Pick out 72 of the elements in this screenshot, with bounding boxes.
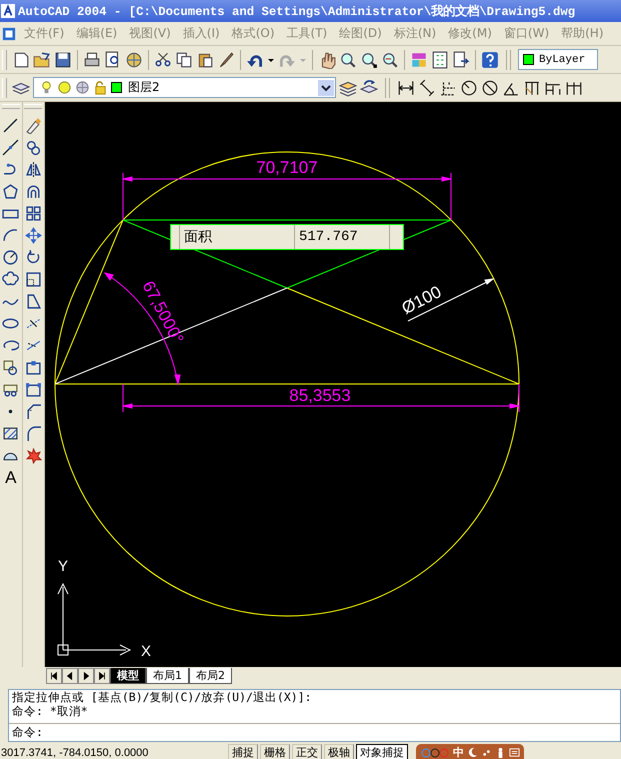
scale-icon[interactable] — [24, 271, 42, 288]
dimension-text: 70,7107 — [256, 158, 318, 177]
status-toggle-button[interactable]: 极轴 — [324, 744, 354, 759]
ime-label[interactable]: 中 — [453, 745, 464, 759]
rings-icon — [420, 746, 450, 758]
layout-tab[interactable]: 布局2 — [189, 668, 232, 684]
aligned-dimension-icon[interactable] — [418, 78, 436, 96]
command-input[interactable]: 命令: — [9, 724, 620, 740]
help-icon[interactable] — [481, 50, 499, 68]
ucs-axis-icon — [58, 582, 132, 656]
radius-dimension-icon[interactable] — [460, 78, 478, 96]
insert-block-icon[interactable] — [2, 359, 20, 376]
cloud-icon[interactable] — [2, 271, 20, 288]
new-file-icon[interactable] — [12, 50, 30, 68]
zoom-window-icon[interactable] — [360, 50, 378, 68]
printer-icon[interactable] — [83, 50, 101, 68]
document-icon[interactable] — [2, 26, 16, 40]
dimension-text: Ø100 — [398, 282, 444, 318]
dimension-text: 85,3553 — [289, 386, 351, 405]
mirror-icon[interactable] — [24, 161, 42, 178]
tooltip-label: 面积 — [180, 225, 295, 249]
status-toggle-button[interactable]: 栅格 — [260, 744, 290, 759]
line-icon[interactable] — [2, 117, 20, 134]
fillet-icon[interactable] — [24, 425, 42, 442]
layout-tab[interactable]: 布局1 — [146, 668, 189, 684]
zoom-previous-icon[interactable] — [381, 50, 399, 68]
axis-label: X — [141, 643, 152, 660]
circle-icon[interactable] — [2, 249, 20, 266]
copy-icon[interactable] — [175, 50, 193, 68]
moon-icon[interactable] — [467, 747, 478, 758]
rotate-icon[interactable] — [24, 249, 42, 266]
grid-panel-icon[interactable] — [431, 50, 449, 68]
status-toggle-button[interactable]: 正交 — [292, 744, 322, 759]
array-grid-icon[interactable] — [24, 205, 42, 222]
document-arrow-icon[interactable] — [452, 50, 470, 68]
explode-icon[interactable] — [24, 447, 42, 464]
padlock-icon[interactable] — [93, 80, 108, 95]
layer-dropdown[interactable]: 图层2 — [33, 77, 336, 98]
axis-label: Y — [58, 558, 68, 575]
chamfer-icon[interactable] — [24, 403, 42, 420]
sun-icon[interactable] — [57, 80, 72, 95]
command-history-line: 指定拉伸点或 [基点(B)/复制(C)/放弃(U)/退出(X)]: — [12, 690, 313, 704]
zoom-icon[interactable] — [339, 50, 357, 68]
keyboard-icon[interactable] — [509, 747, 520, 758]
layout-tab[interactable]: 模型 — [110, 668, 146, 684]
status-toggle-button[interactable]: 捕捉 — [228, 744, 258, 759]
tooltip-value: 517.767 — [295, 225, 390, 249]
dots-icon[interactable] — [481, 747, 492, 758]
polygon-icon[interactable] — [2, 183, 20, 200]
copy-object-icon[interactable] — [24, 139, 42, 156]
brush-icon[interactable] — [217, 50, 235, 68]
status-toggle-button[interactable]: 对象捕捉 — [356, 744, 408, 759]
scissors-icon[interactable] — [154, 50, 172, 68]
coordinates-readout: 3017.3741, -784.0150, 0.0000 — [0, 746, 150, 758]
text-tool[interactable]: A — [5, 469, 16, 487]
eraser-icon[interactable] — [24, 117, 42, 134]
break-icon[interactable] — [24, 359, 42, 376]
arc-icon[interactable] — [2, 227, 20, 244]
diameter-dimension-icon[interactable] — [481, 78, 499, 96]
globe-icon[interactable] — [125, 50, 143, 68]
window-title: AutoCAD 2004 - [C:\Documents and Settings\Administrator\我的文档\Drawing5.dwg — [18, 3, 576, 20]
app-icon — [1, 4, 15, 18]
color-dropdown[interactable]: ByLayer — [518, 49, 598, 70]
construction-line-icon[interactable] — [2, 139, 20, 156]
stretch-icon[interactable] — [24, 293, 42, 310]
linear-dimension-icon[interactable] — [397, 78, 415, 96]
open-folder-icon[interactable] — [33, 50, 51, 68]
break-two-points-icon[interactable] — [24, 381, 42, 398]
command-history-line: 命令: *取消* — [12, 704, 89, 718]
move-arrows-icon[interactable] — [24, 227, 42, 244]
hatch-icon[interactable] — [2, 425, 20, 442]
offset-icon[interactable] — [24, 183, 42, 200]
